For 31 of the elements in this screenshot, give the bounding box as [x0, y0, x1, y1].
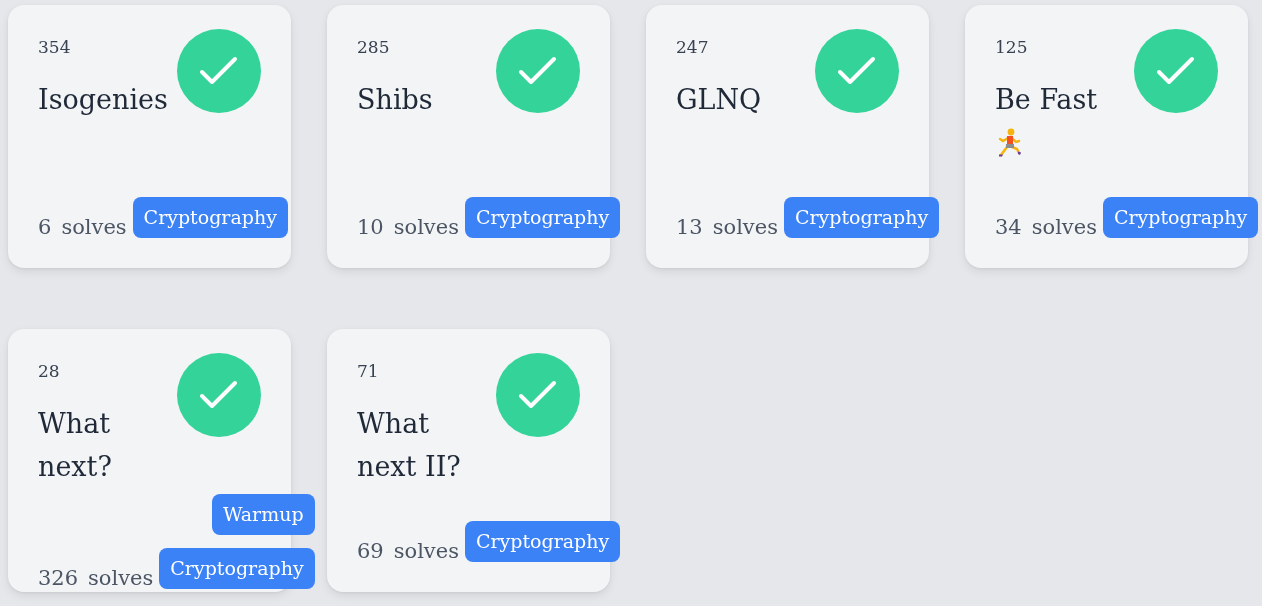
solves-count: 34 — [995, 216, 1022, 238]
challenge-title: What next? — [38, 407, 113, 484]
category-tag: Cryptography — [464, 521, 621, 562]
points-value: 125 — [995, 36, 1028, 59]
points-value: 285 — [357, 36, 390, 59]
category-tag: Cryptography — [783, 197, 940, 238]
solves-label: solves — [1031, 216, 1097, 238]
points-value: 354 — [38, 36, 71, 59]
challenge-title: Shibs — [357, 83, 433, 117]
points-value: 247 — [676, 36, 709, 59]
category-tag: Cryptography — [132, 197, 288, 238]
category-tag: Cryptography — [1102, 197, 1259, 238]
solves-count: 69 — [357, 540, 384, 562]
solves-label: solves — [61, 216, 127, 238]
category-tag: Cryptography — [159, 548, 315, 589]
category-tag: Cryptography — [464, 197, 621, 238]
category-tag: Warmup — [211, 494, 315, 535]
solves-label: solves — [393, 216, 459, 238]
challenge-title: What next II? — [357, 407, 462, 484]
solves-count: 326 — [38, 567, 79, 589]
solves-count: 6 — [38, 216, 52, 238]
solves-count: 10 — [357, 216, 384, 238]
challenge-title: Isogenies — [38, 83, 168, 117]
points-value: 28 — [38, 360, 60, 383]
solves-count: 13 — [676, 216, 703, 238]
points-value: 71 — [357, 360, 379, 383]
challenge-title: GLNQ — [676, 83, 762, 117]
challenge-title: Be Fast — [995, 83, 1098, 117]
solves-label: solves — [88, 567, 154, 589]
solves-label: solves — [712, 216, 778, 238]
solves-label: solves — [393, 540, 459, 562]
